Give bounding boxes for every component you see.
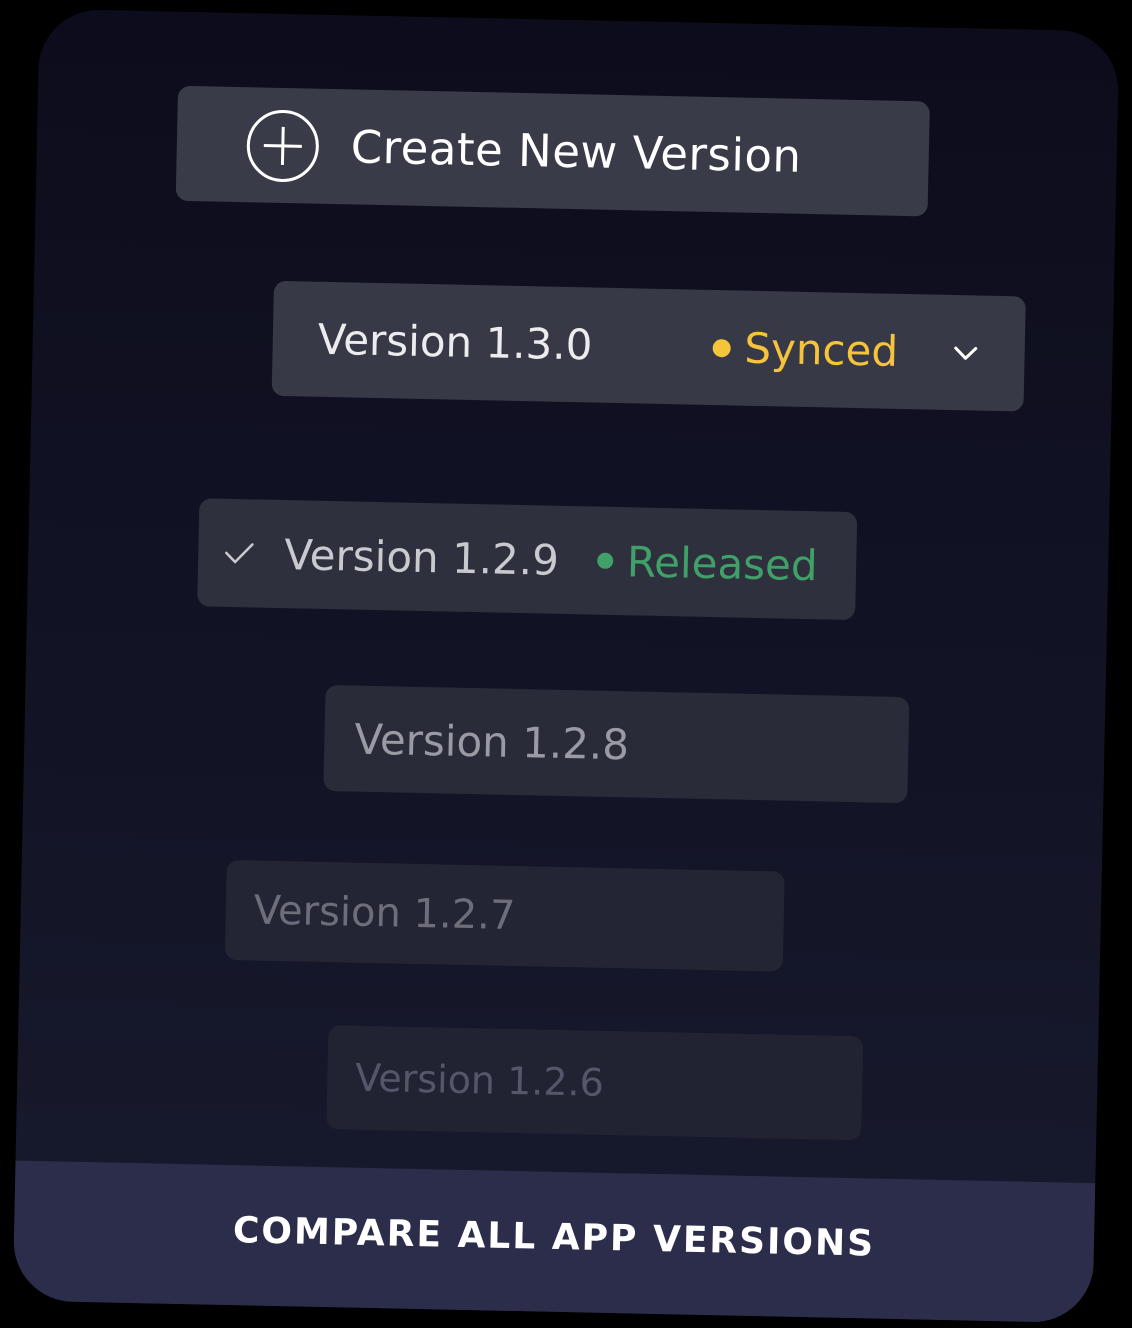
plus-circle-icon [246,108,320,183]
version-row-1-2-6[interactable]: Version 1.2.6 [326,1025,864,1141]
status-badge-synced: Synced [712,323,899,376]
create-new-version-label: Create New Version [350,120,803,183]
chevron-down-icon[interactable] [952,339,981,368]
compare-all-versions-button[interactable]: COMPARE ALL APP VERSIONS [12,1160,1096,1324]
version-row-1-2-7[interactable]: Version 1.2.7 [224,859,785,972]
version-row-1-2-9[interactable]: Version 1.2.9 Released [197,498,858,621]
stage: Create New Version Version 1.3.0 Synced … [0,0,1132,1328]
status-dot [596,552,614,569]
status-text: Synced [743,323,899,376]
version-row-1-3-0[interactable]: Version 1.3.0 Synced [271,280,1026,412]
compare-all-versions-label: COMPARE ALL APP VERSIONS [232,1209,876,1265]
version-label: Version 1.2.6 [354,1055,605,1105]
version-label: Version 1.2.8 [353,714,630,769]
version-row-1-2-8[interactable]: Version 1.2.8 [323,684,910,804]
status-badge-released: Released [596,536,818,590]
check-icon [222,536,257,571]
version-label: Version 1.2.7 [253,887,516,939]
version-card: Create New Version Version 1.3.0 Synced … [12,8,1120,1324]
version-label: Version 1.3.0 [317,314,593,370]
status-text: Released [626,536,819,590]
version-label: Version 1.2.9 [283,529,560,585]
status-dot [712,338,731,357]
create-new-version-button[interactable]: Create New Version [175,85,930,217]
